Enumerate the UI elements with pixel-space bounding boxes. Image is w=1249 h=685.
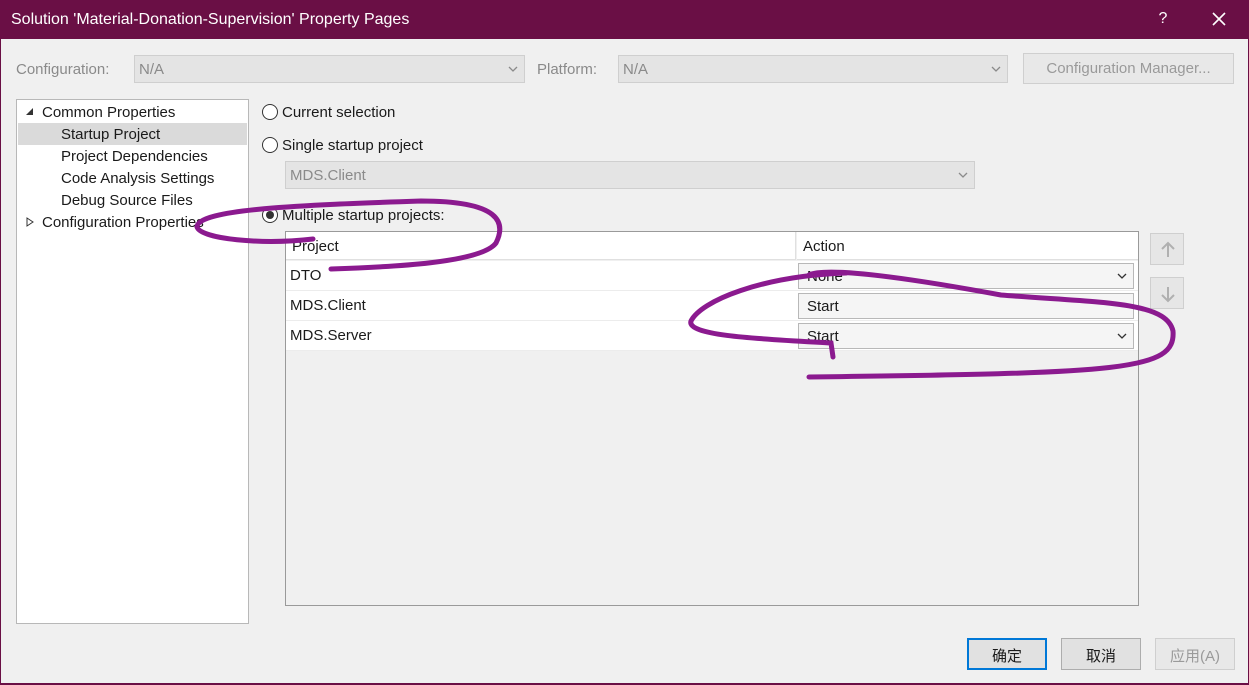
project-name: MDS.Client — [290, 297, 366, 314]
apply-button[interactable]: 应用(A) — [1155, 638, 1235, 670]
ok-button[interactable]: 确定 — [967, 638, 1047, 670]
table-row[interactable]: MDS.Client Start — [286, 291, 1138, 321]
action-dropdown[interactable]: Start — [798, 323, 1134, 349]
tree-item-code-analysis[interactable]: Code Analysis Settings — [61, 170, 214, 192]
dialog-title: Solution 'Material-Donation-Supervision'… — [11, 11, 410, 28]
single-startup-value: MDS.Client — [290, 167, 366, 184]
arrow-up-icon — [1161, 241, 1175, 257]
action-value: None — [807, 268, 843, 285]
single-startup-combo[interactable]: MDS.Client — [285, 161, 975, 189]
chevron-down-icon — [1117, 333, 1127, 339]
platform-combo[interactable]: N/A — [618, 55, 1008, 83]
chevron-down-icon — [1117, 273, 1127, 279]
action-dropdown[interactable]: Start — [798, 293, 1134, 319]
help-button[interactable]: ? — [1155, 10, 1171, 28]
tree-item-debug-source[interactable]: Debug Source Files — [61, 192, 193, 214]
column-header-project-label: Project — [292, 238, 339, 255]
column-header-project[interactable]: Project — [286, 232, 796, 260]
collapsed-triangle-icon[interactable] — [25, 217, 35, 227]
project-name: MDS.Server — [290, 327, 372, 344]
move-up-button[interactable] — [1150, 233, 1184, 265]
arrow-down-icon — [1161, 287, 1175, 303]
property-pages-dialog: Solution 'Material-Donation-Supervision'… — [0, 0, 1249, 684]
radio-current-selection[interactable] — [262, 104, 278, 120]
configuration-value: N/A — [139, 61, 165, 78]
column-header-action-label: Action — [803, 238, 845, 255]
chevron-down-icon — [508, 66, 518, 72]
table-row[interactable]: DTO None — [286, 261, 1138, 291]
configuration-combo[interactable]: N/A — [134, 55, 525, 83]
action-value: Start — [807, 328, 839, 345]
multiple-startup-label: Multiple startup projects: — [282, 207, 445, 224]
radio-selected-dot — [266, 211, 274, 219]
title-bar: Solution 'Material-Donation-Supervision'… — [1, 1, 1249, 39]
action-value: Start — [807, 298, 839, 315]
project-name: DTO — [290, 267, 322, 284]
single-startup-label: Single startup project — [282, 137, 423, 154]
chevron-down-icon — [991, 66, 1001, 72]
close-icon[interactable] — [1207, 7, 1231, 31]
table-row[interactable]: MDS.Server Start — [286, 321, 1138, 351]
expanded-triangle-icon[interactable] — [25, 107, 35, 117]
tree-item-startup-project[interactable]: Startup Project — [61, 126, 160, 148]
radio-multiple-startup[interactable] — [262, 207, 278, 223]
startup-projects-grid: Project Action DTO None MDS.Client Start… — [285, 231, 1139, 606]
platform-value: N/A — [623, 61, 649, 78]
configuration-manager-button[interactable]: Configuration Manager... — [1023, 53, 1234, 84]
column-header-action[interactable]: Action — [797, 232, 1138, 260]
tree-item-configuration-properties[interactable]: Configuration Properties — [42, 214, 204, 236]
move-down-button[interactable] — [1150, 277, 1184, 309]
configuration-label: Configuration: — [16, 61, 110, 78]
property-tree: Common Properties Startup Project Projec… — [16, 99, 249, 624]
chevron-down-icon — [958, 172, 968, 178]
radio-single-startup[interactable] — [262, 137, 278, 153]
tree-item-project-dependencies[interactable]: Project Dependencies — [61, 148, 208, 170]
current-selection-label: Current selection — [282, 104, 396, 121]
cancel-button[interactable]: 取消 — [1061, 638, 1141, 670]
action-dropdown[interactable]: None — [798, 263, 1134, 289]
platform-label: Platform: — [537, 61, 598, 78]
